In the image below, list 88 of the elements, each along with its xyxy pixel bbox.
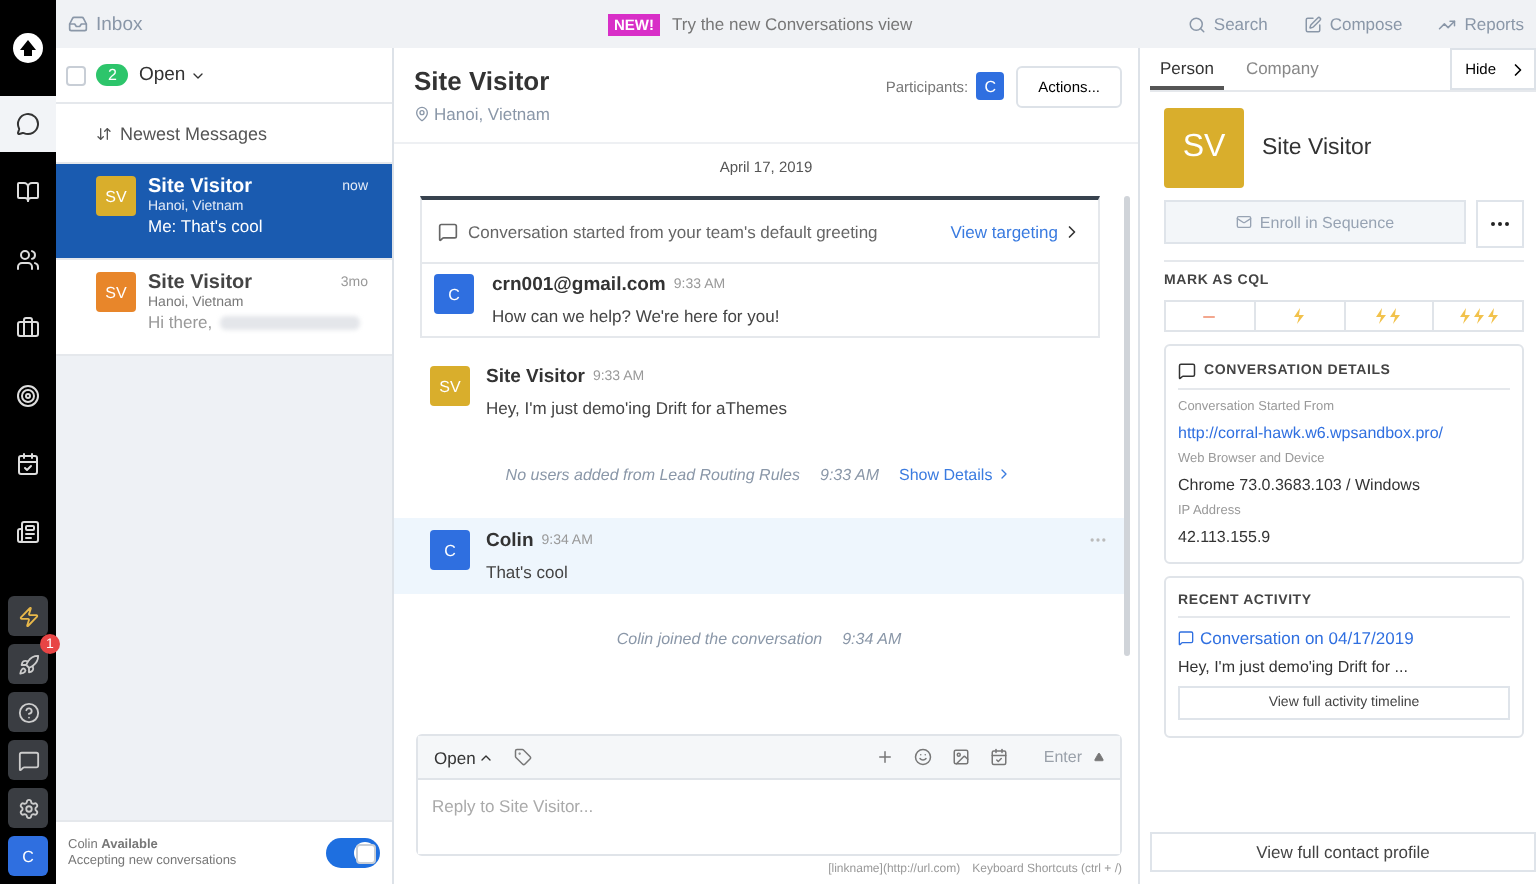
contact-profile-button[interactable]: View full contact profile: [1150, 832, 1536, 872]
target-icon: [16, 384, 40, 408]
pin-icon: [414, 106, 430, 122]
promo-link[interactable]: Try the new Conversations view: [672, 14, 913, 34]
message-body: That's cool: [486, 562, 570, 582]
chat-icon: [16, 112, 40, 136]
tag-icon[interactable]: [513, 748, 532, 766]
sort-button[interactable]: Newest Messages: [56, 104, 392, 164]
profile-avatar: SV: [1164, 108, 1244, 188]
pencil-icon: [1303, 15, 1322, 33]
status-dropdown[interactable]: Open: [138, 64, 206, 86]
participant-avatar: C: [976, 72, 1005, 100]
tool-button[interactable]: [8, 596, 48, 636]
people-icon: [16, 248, 40, 272]
tool-button[interactable]: [8, 644, 48, 684]
field-value: 42.113.155.9: [1178, 528, 1273, 546]
message-body: Hey, I'm just demo'ing Drift for aThemes: [486, 398, 789, 418]
select-all-checkbox[interactable]: [66, 65, 86, 85]
system-time: 9:33 AM: [820, 465, 879, 483]
lightning-icon: [1292, 308, 1307, 324]
avatar: SV: [430, 366, 470, 406]
caret-icon: [1094, 752, 1104, 762]
message-author: Colin: [486, 530, 534, 552]
nav-item[interactable]: [0, 96, 56, 152]
top-action[interactable]: Compose: [1303, 14, 1403, 34]
chat-icon: [1178, 630, 1194, 646]
logo-icon: [12, 32, 44, 64]
calendar-icon[interactable]: [989, 748, 1008, 766]
newspaper-icon: [16, 520, 40, 544]
calendar-icon: [16, 452, 40, 476]
lightning-icon: [1457, 308, 1500, 324]
profile-tab[interactable]: Company: [1235, 48, 1329, 90]
emoji-icon[interactable]: [913, 748, 932, 766]
tool-button[interactable]: [8, 692, 48, 732]
chat-icon: [17, 749, 39, 771]
message-author: crn001@gmail.com: [492, 274, 666, 296]
visitor-location: Hanoi, Vietnam: [434, 104, 550, 124]
availability-toggle[interactable]: [326, 838, 380, 868]
tool-button[interactable]: [8, 788, 48, 828]
envelope-icon: [1235, 214, 1252, 230]
profile-tab[interactable]: Person: [1150, 48, 1224, 90]
book-icon: [16, 180, 40, 204]
help-icon: [17, 701, 39, 723]
field-value: Chrome 73.0.3683.103 / Windows: [1178, 476, 1422, 494]
url-link[interactable]: http://corral-hawk.w6.wpsandbox.pro/: [1178, 424, 1510, 442]
activity-preview: Hey, I'm just demo'ing Drift for ...: [1178, 658, 1410, 676]
inbox-icon: [68, 14, 88, 34]
conversation-title: Site Visitor: [414, 66, 552, 96]
greeting-text: Conversation started from your team's default greeting: [468, 221, 880, 241]
contact-name: Site Visitor: [148, 272, 255, 294]
avatar: SV: [96, 272, 136, 312]
message-preview: Me: That's cool: [148, 216, 263, 236]
avatar: C: [430, 530, 470, 570]
image-icon[interactable]: [951, 748, 970, 766]
message-author: Site Visitor: [486, 366, 585, 388]
send-button[interactable]: Enter: [1043, 748, 1104, 766]
system-note: Colin joined the conversation: [616, 629, 823, 647]
chart-icon: [1438, 15, 1457, 33]
scrollbar[interactable]: [1124, 196, 1130, 656]
tool-button[interactable]: [8, 740, 48, 780]
lightning-icon: [1374, 308, 1403, 324]
contact-name: Site Visitor: [148, 176, 255, 198]
chat-icon: [1178, 362, 1196, 380]
briefcase-icon: [16, 316, 40, 340]
show-details-link[interactable]: Show Details: [899, 465, 1013, 483]
activity-link[interactable]: Conversation on 04/17/2019: [1178, 628, 1510, 648]
reply-composer[interactable]: Open Enter Reply to Site Visitor...: [416, 734, 1122, 856]
status-button[interactable]: Open: [434, 747, 494, 767]
add-icon[interactable]: [875, 748, 894, 766]
message-preview: Hi there,: [148, 312, 213, 332]
top-action[interactable]: Reports: [1438, 14, 1524, 34]
avatar: C: [434, 274, 474, 314]
search-icon: [1187, 15, 1206, 33]
count-badge: 2: [96, 64, 129, 86]
top-action[interactable]: Search: [1187, 14, 1268, 34]
rocket-icon: [17, 653, 39, 675]
system-note: No users added from Lead Routing Rules: [505, 465, 800, 483]
avatar: SV: [96, 176, 136, 216]
user-avatar[interactable]: C: [8, 836, 48, 876]
message-body: How can we help? We're here for you!: [492, 306, 782, 326]
profile-name: Site Visitor: [1262, 136, 1372, 160]
system-time: 9:34 AM: [842, 629, 902, 647]
sort-icon: [96, 125, 112, 141]
lightning-icon: [17, 605, 39, 627]
view-targeting-link[interactable]: View targeting: [950, 221, 1082, 241]
settings-icon: [17, 797, 39, 819]
inbox-title: Inbox: [96, 13, 143, 35]
chat-icon: [438, 221, 458, 241]
